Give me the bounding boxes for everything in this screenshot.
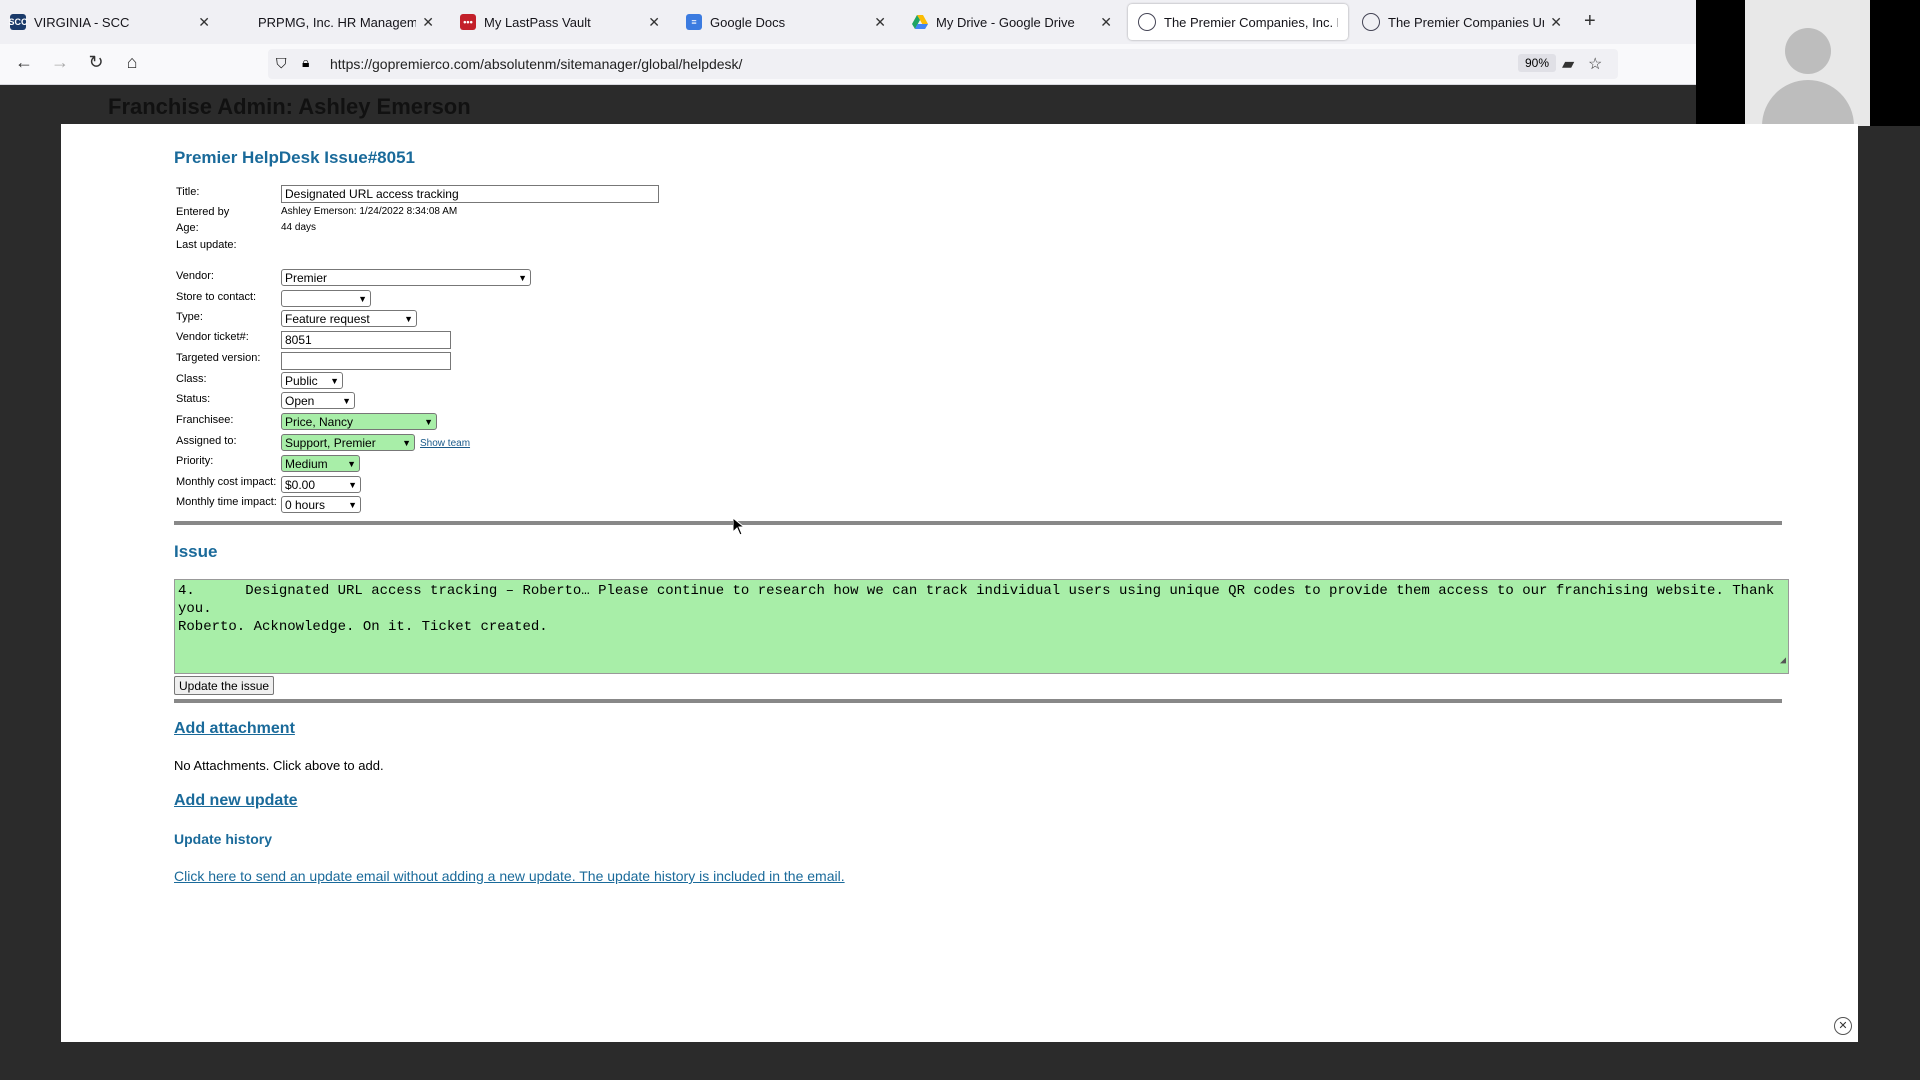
show-team-link[interactable]: Show team	[420, 438, 470, 449]
avatar-body	[1762, 80, 1854, 126]
close-tab-icon[interactable]: ✕	[648, 14, 660, 31]
add-new-update-link[interactable]: Add new update	[174, 792, 298, 810]
new-tab-icon[interactable]: +	[1584, 10, 1596, 33]
reader-icon[interactable]: ▰	[1562, 54, 1574, 74]
add-attachment-link[interactable]: Add attachment	[174, 720, 295, 738]
chevron-down-icon: ▼	[347, 458, 356, 469]
url-text: https://gopremierco.com/absolutenm/sitem…	[330, 56, 743, 72]
back-icon[interactable]: ←	[12, 52, 36, 73]
bookmark-star-icon[interactable]: ☆	[1588, 54, 1602, 74]
premier-icon	[1362, 13, 1380, 31]
title-label: Title:	[176, 186, 200, 198]
backdrop-title: Franchise Admin: Ashley Emerson	[108, 94, 471, 119]
assigned-to-label: Assigned to:	[176, 435, 237, 447]
time-impact-label: Monthly time impact:	[176, 496, 277, 508]
lastpass-icon: •••	[460, 14, 476, 30]
close-tab-icon[interactable]: ✕	[1550, 14, 1562, 31]
chevron-down-icon: ▼	[404, 313, 413, 324]
helpdesk-modal: Premier HelpDesk Issue#8051 Title: Desig…	[61, 124, 1858, 1042]
age-value: 44 days	[281, 222, 317, 233]
franchisee-select[interactable]: Price, Nancy ▼	[281, 413, 437, 430]
chevron-down-icon: ▼	[330, 375, 339, 386]
address-bar[interactable]: ⛉ 🔒︎ https://gopremierco.com/absolutenm/…	[268, 49, 1618, 79]
tab-bar: SCC VIRGINIA - SCC ✕ PRPMG, Inc. HR Mana…	[0, 0, 1696, 44]
vendor-ticket-input[interactable]: 8051	[281, 331, 451, 349]
page-title: Premier HelpDesk Issue#8051	[174, 148, 415, 167]
time-impact-select[interactable]: 0 hours ▼	[281, 496, 361, 513]
avatar-head	[1785, 28, 1831, 74]
class-label: Class:	[176, 373, 207, 385]
priority-select[interactable]: Medium ▼	[281, 455, 360, 472]
entered-by-value: Ashley Emerson: 1/24/2022 8:34:08 AM	[281, 206, 458, 217]
close-tab-icon[interactable]: ✕	[198, 14, 210, 31]
tab-hr-management[interactable]: PRPMG, Inc. HR Management Syste ✕	[224, 4, 444, 40]
franchisee-label: Franchisee:	[176, 414, 234, 426]
mouse-cursor-icon	[733, 518, 745, 536]
premier-icon	[1138, 13, 1156, 31]
cost-impact-label: Monthly cost impact:	[176, 476, 277, 488]
navigation-bar: ← → ↻ ⌂ ⛉ 🔒︎ https://gopremierco.com/abs…	[0, 44, 1696, 85]
last-update-label: Last update:	[176, 239, 237, 251]
type-select[interactable]: Feature request ▼	[281, 310, 417, 327]
title-input[interactable]: Designated URL access tracking	[281, 185, 659, 203]
issue-heading: Issue	[174, 542, 218, 561]
vendor-ticket-label: Vendor ticket#:	[176, 331, 249, 343]
chevron-down-icon: ▼	[348, 499, 357, 510]
chevron-down-icon: ▼	[358, 293, 367, 304]
status-label: Status:	[176, 393, 211, 405]
zoom-level[interactable]: 90%	[1518, 54, 1557, 72]
tab-premier-active[interactable]: The Premier Companies, Inc. Fr	[1128, 4, 1348, 40]
store-select[interactable]: ▼	[281, 290, 371, 307]
chevron-down-icon: ▼	[342, 395, 351, 406]
status-select[interactable]: Open ▼	[281, 392, 355, 409]
participant-avatar	[1745, 0, 1870, 126]
tab-virginia-scc[interactable]: SCC VIRGINIA - SCC ✕	[0, 4, 220, 40]
targeted-version-label: Targeted version:	[176, 352, 261, 364]
store-label: Store to contact:	[176, 291, 257, 303]
age-label: Age:	[176, 222, 199, 234]
tab-lastpass[interactable]: ••• My LastPass Vault ✕	[450, 4, 670, 40]
docs-icon: ≡	[686, 14, 702, 30]
divider	[174, 699, 1782, 703]
close-icon[interactable]: ✕	[1834, 1017, 1852, 1035]
issue-text: 4. Designated URL access tracking – Robe…	[178, 583, 1775, 635]
home-icon[interactable]: ⌂	[120, 52, 144, 73]
targeted-version-input[interactable]	[281, 352, 451, 370]
chevron-down-icon: ▼	[348, 479, 357, 490]
shield-icon: ⛉	[276, 55, 287, 71]
reload-icon[interactable]: ↻	[84, 52, 108, 73]
no-attachments-text: No Attachments. Click above to add.	[174, 758, 384, 773]
vendor-label: Vendor:	[176, 270, 214, 282]
class-select[interactable]: Public ▼	[281, 372, 343, 389]
update-history-heading: Update history	[174, 831, 273, 847]
assigned-to-select[interactable]: Support, Premier ▼	[281, 434, 415, 451]
drive-icon	[912, 14, 928, 30]
hr-icon	[234, 14, 250, 30]
divider	[174, 521, 1782, 525]
type-label: Type:	[176, 311, 203, 323]
tab-premier-unsubscribe[interactable]: The Premier Companies Unsub ✕	[1352, 4, 1572, 40]
send-update-email-link[interactable]: Click here to send an update email witho…	[174, 868, 845, 884]
tab-google-docs[interactable]: ≡ Google Docs ✕	[676, 4, 896, 40]
close-tab-icon[interactable]: ✕	[874, 14, 886, 31]
forward-icon[interactable]: →	[48, 52, 72, 73]
resize-handle-icon[interactable]: ◢	[1780, 653, 1786, 671]
chevron-down-icon: ▼	[402, 437, 411, 448]
chevron-down-icon: ▼	[518, 272, 527, 283]
entered-by-label: Entered by	[176, 206, 230, 218]
lock-icon: 🔒︎	[302, 54, 310, 70]
cost-impact-select[interactable]: $0.00 ▼	[281, 476, 361, 493]
priority-label: Priority:	[176, 455, 214, 467]
vendor-select[interactable]: Premier ▼	[281, 269, 531, 286]
issue-textarea[interactable]: 4. Designated URL access tracking – Robe…	[174, 579, 1789, 674]
tab-google-drive[interactable]: My Drive - Google Drive ✕	[902, 4, 1122, 40]
update-issue-button[interactable]: Update the issue	[174, 676, 275, 695]
chevron-down-icon: ▼	[424, 416, 433, 427]
scc-icon: SCC	[9, 14, 28, 30]
close-tab-icon[interactable]: ✕	[422, 14, 434, 31]
close-tab-icon[interactable]: ✕	[1100, 14, 1112, 31]
